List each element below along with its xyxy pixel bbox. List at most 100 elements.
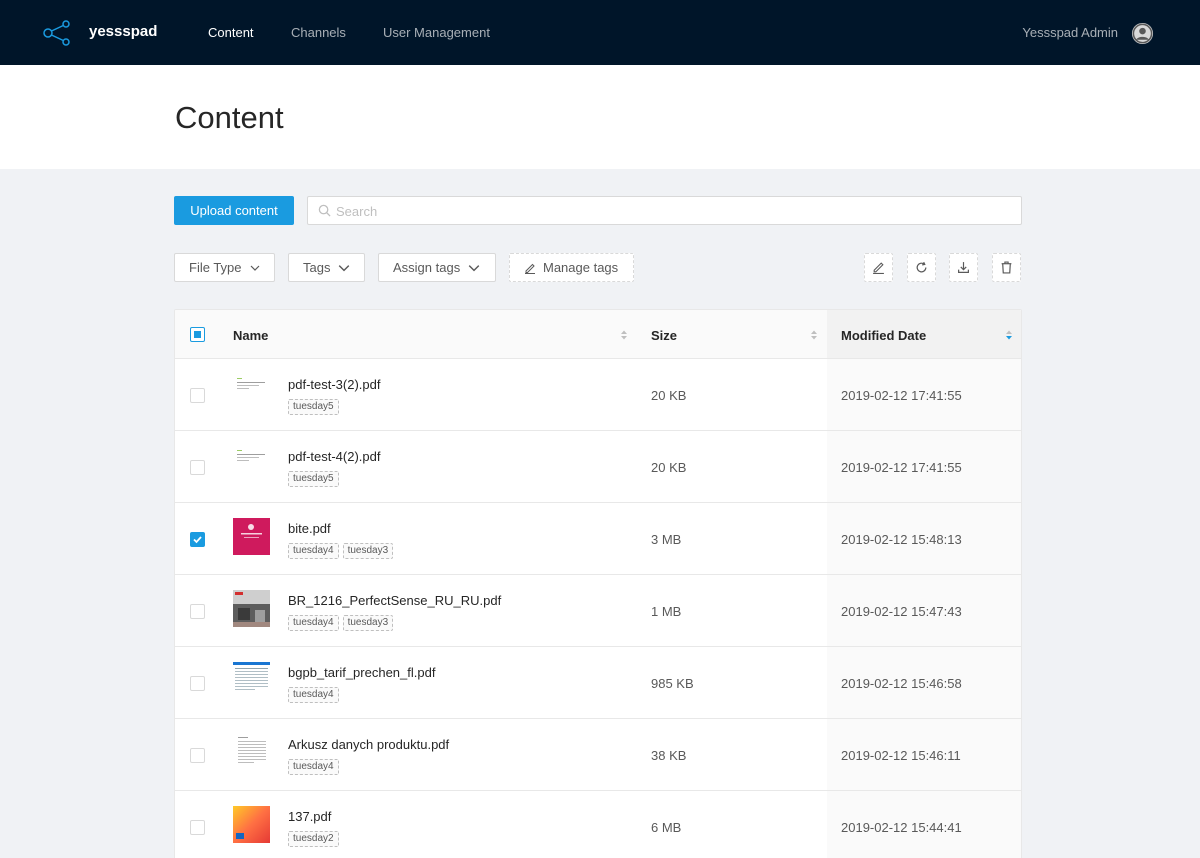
file-type-filter-label: File Type [189, 260, 242, 275]
file-name[interactable]: BR_1216_PerfectSense_RU_RU.pdf [288, 593, 501, 608]
edit-icon [525, 263, 535, 274]
file-name[interactable]: pdf-test-4(2).pdf [288, 449, 381, 464]
tag[interactable]: tuesday4 [288, 615, 339, 631]
file-size: 6 MB [651, 820, 682, 835]
column-header-modified-date[interactable]: Modified Date [841, 328, 926, 343]
edit-icon [873, 262, 884, 274]
checkmark-icon [193, 536, 202, 544]
sort-descending-icon[interactable] [1005, 329, 1013, 341]
row-checkbox[interactable] [190, 532, 205, 547]
share-logo-icon[interactable] [42, 20, 72, 46]
table-row[interactable]: pdf-test-3(2).pdf tuesday5 20 KB 2019-02… [175, 359, 1021, 431]
row-checkbox[interactable] [190, 748, 205, 763]
chevron-down-icon [250, 265, 259, 271]
file-name[interactable]: 137.pdf [288, 809, 331, 824]
table-row[interactable]: BR_1216_PerfectSense_RU_RU.pdf tuesday4 … [175, 575, 1021, 647]
modified-date: 2019-02-12 15:46:11 [841, 748, 961, 763]
manage-tags-button[interactable]: Manage tags [509, 253, 634, 282]
delete-button[interactable] [992, 253, 1021, 282]
delete-icon [1001, 261, 1012, 274]
tag-list: tuesday4 tuesday3 [288, 543, 394, 559]
upload-content-button[interactable]: Upload content [174, 196, 294, 225]
pdf-thumbnail-icon[interactable] [233, 446, 270, 483]
assign-tags-dropdown[interactable]: Assign tags [378, 253, 496, 282]
file-name[interactable]: pdf-test-3(2).pdf [288, 377, 381, 392]
modified-date: 2019-02-12 15:47:43 [841, 604, 962, 619]
user-name[interactable]: Yessspad Admin [1022, 25, 1118, 40]
nav-item-content[interactable]: Content [208, 25, 254, 40]
tag-list: tuesday5 [288, 471, 339, 487]
modified-date: 2019-02-12 15:48:13 [841, 532, 962, 547]
tags-filter-label: Tags [303, 260, 331, 275]
chevron-down-icon [468, 264, 480, 271]
edit-button[interactable] [864, 253, 893, 282]
tag[interactable]: tuesday5 [288, 399, 339, 415]
modified-date: 2019-02-12 17:41:55 [841, 460, 962, 475]
file-size: 1 MB [651, 604, 682, 619]
pdf-thumbnail-icon[interactable] [233, 518, 270, 555]
column-header-size[interactable]: Size [651, 328, 677, 343]
select-all-checkbox[interactable] [190, 327, 205, 342]
manage-tags-label: Manage tags [543, 260, 619, 275]
pdf-thumbnail-icon[interactable] [233, 590, 270, 627]
file-size: 38 KB [651, 748, 687, 763]
row-checkbox[interactable] [190, 604, 205, 619]
modified-date: 2019-02-12 15:46:58 [841, 676, 962, 691]
file-name[interactable]: Arkusz danych produktu.pdf [288, 737, 449, 752]
row-checkbox[interactable] [190, 460, 205, 475]
download-icon [958, 262, 969, 273]
nav-item-user-management[interactable]: User Management [383, 25, 490, 40]
pdf-thumbnail-icon[interactable] [233, 734, 270, 771]
page-header: Content [0, 65, 1200, 169]
row-checkbox[interactable] [190, 820, 205, 835]
table-row[interactable]: 137.pdf tuesday2 6 MB 2019-02-12 15:44:4… [175, 791, 1021, 858]
tags-filter[interactable]: Tags [288, 253, 365, 282]
table-row[interactable]: Arkusz danych produktu.pdf tuesday4 38 K… [175, 719, 1021, 791]
file-name[interactable]: bite.pdf [288, 521, 331, 536]
tag[interactable]: tuesday3 [342, 615, 394, 631]
tag[interactable]: tuesday4 [288, 759, 339, 775]
tag[interactable]: tuesday4 [288, 687, 339, 703]
tag-list: tuesday5 [288, 399, 339, 415]
row-checkbox[interactable] [190, 388, 205, 403]
row-checkbox[interactable] [190, 676, 205, 691]
modified-date: 2019-02-12 17:41:55 [841, 388, 962, 403]
tag[interactable]: tuesday4 [288, 543, 339, 559]
content-table: Name Size Modified Date pdf-test-3(2).pd… [174, 309, 1022, 858]
tag-list: tuesday4 [288, 687, 339, 703]
pdf-thumbnail-icon[interactable] [233, 374, 270, 411]
table-row[interactable]: bite.pdf tuesday4 tuesday3 3 MB 2019-02-… [175, 503, 1021, 575]
table-row[interactable]: bgpb_tarif_prechen_fl.pdf tuesday4 985 K… [175, 647, 1021, 719]
tag-list: tuesday2 [288, 831, 339, 847]
refresh-button[interactable] [907, 253, 936, 282]
refresh-icon [916, 261, 927, 273]
tag[interactable]: tuesday3 [342, 543, 394, 559]
search-box[interactable] [307, 196, 1022, 225]
sort-icon[interactable] [810, 329, 818, 341]
column-header-name[interactable]: Name [233, 328, 268, 343]
pdf-thumbnail-icon[interactable] [233, 662, 270, 699]
top-navbar: yessspad Content Channels User Managemen… [0, 0, 1200, 65]
assign-tags-label: Assign tags [393, 260, 461, 275]
search-icon [318, 204, 331, 217]
tag[interactable]: tuesday5 [288, 471, 339, 487]
brand-name[interactable]: yessspad [89, 23, 157, 40]
table-row[interactable]: pdf-test-4(2).pdf tuesday5 20 KB 2019-02… [175, 431, 1021, 503]
tag-list: tuesday4 tuesday3 [288, 615, 394, 631]
nav-item-channels[interactable]: Channels [291, 25, 346, 40]
download-button[interactable] [949, 253, 978, 282]
tag[interactable]: tuesday2 [288, 831, 339, 847]
sort-icon[interactable] [620, 329, 628, 341]
tag-list: tuesday4 [288, 759, 339, 775]
file-size: 20 KB [651, 388, 687, 403]
search-input[interactable] [336, 202, 1006, 220]
file-size: 985 KB [651, 676, 694, 691]
page-title: Content [175, 100, 284, 135]
user-avatar-icon[interactable] [1131, 22, 1154, 45]
file-size: 20 KB [651, 460, 687, 475]
file-type-filter[interactable]: File Type [174, 253, 275, 282]
pdf-thumbnail-icon[interactable] [233, 806, 270, 843]
modified-date: 2019-02-12 15:44:41 [841, 820, 962, 835]
file-name[interactable]: bgpb_tarif_prechen_fl.pdf [288, 665, 435, 680]
chevron-down-icon [339, 264, 350, 271]
